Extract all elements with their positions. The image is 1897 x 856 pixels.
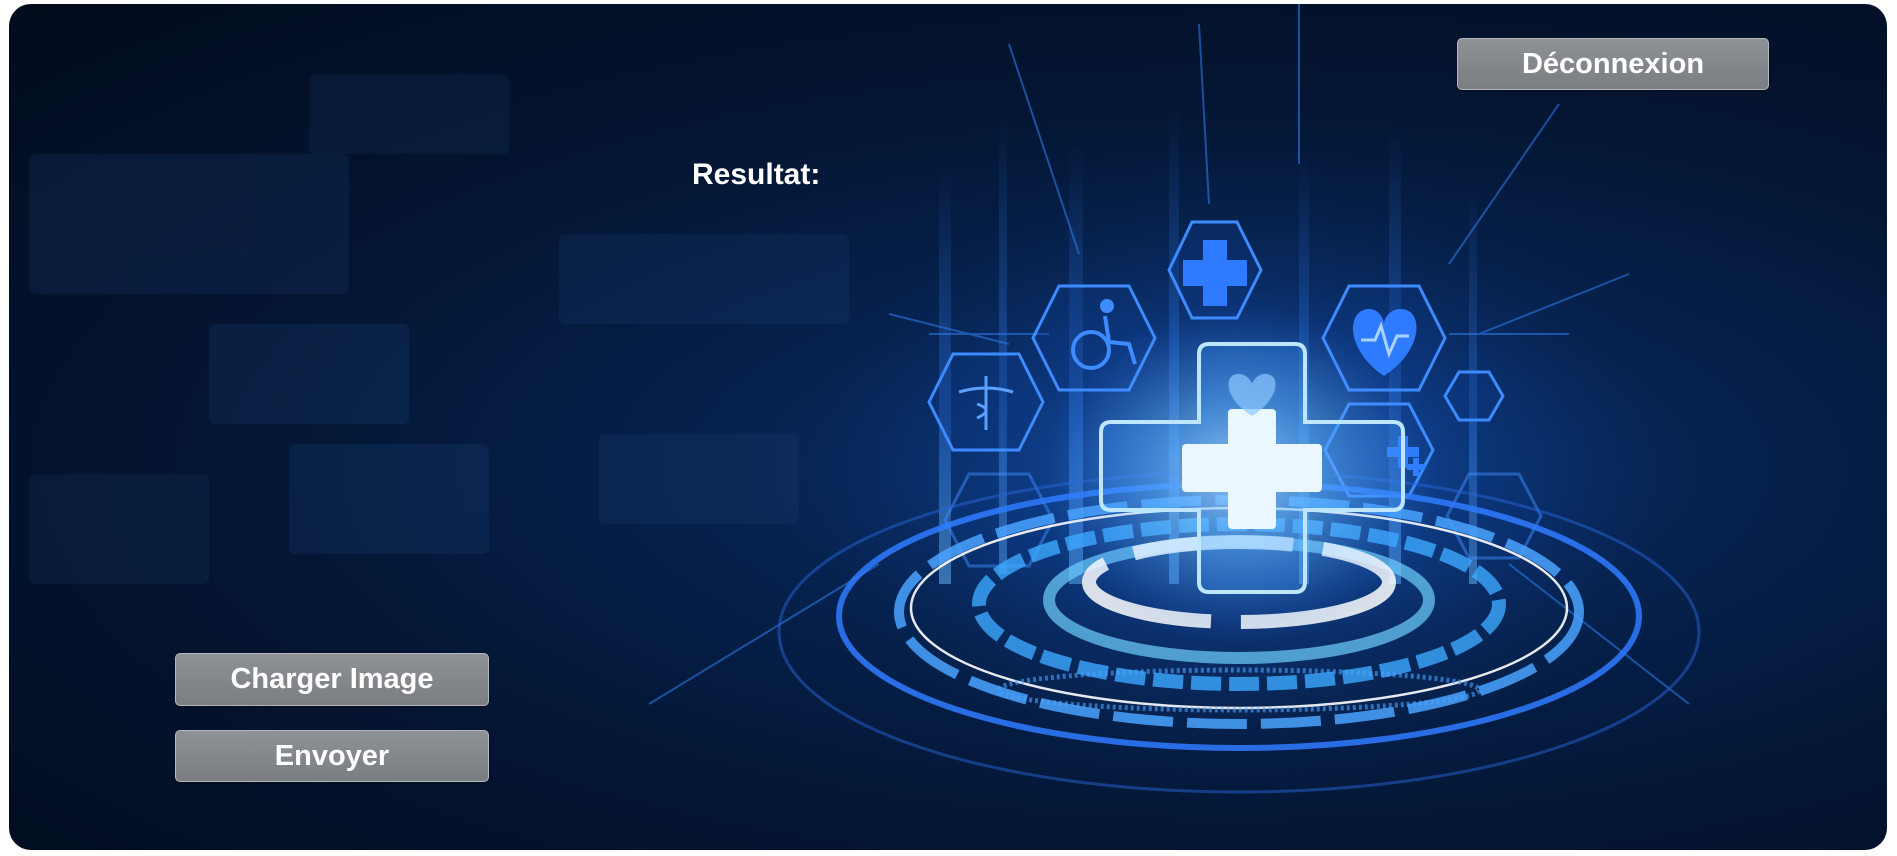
medical-hologram-background [29,4,1701,804]
result-label: Resultat: [692,158,821,191]
load-image-button[interactable]: Charger Image [175,653,489,706]
send-button[interactable]: Envoyer [175,730,489,782]
blurred-panels [29,74,849,584]
logout-button[interactable]: Déconnexion [1457,38,1769,90]
app-window: Déconnexion Resultat: Charger Image Envo… [9,4,1887,850]
